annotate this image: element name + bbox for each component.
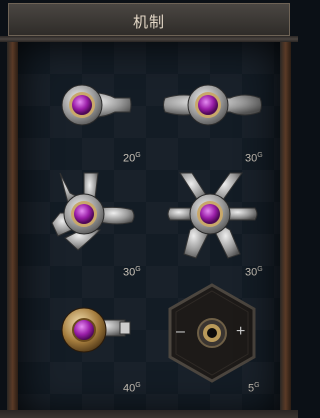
right-rail bbox=[280, 42, 291, 418]
item-2-price: 30G bbox=[245, 152, 263, 165]
item-4-price: 30G bbox=[245, 266, 263, 279]
connector-tri-item[interactable] bbox=[40, 168, 150, 278]
connector-elbow-icon bbox=[61, 84, 132, 126]
panel-title: 机制 bbox=[132, 15, 165, 31]
frame-bottom bbox=[0, 410, 298, 418]
brass-cap-icon bbox=[61, 307, 131, 353]
increase-button[interactable]: + bbox=[236, 323, 245, 341]
connector-cross-item[interactable] bbox=[160, 168, 270, 278]
hex-adjuster-item[interactable]: – + bbox=[166, 283, 258, 383]
mechanism-panel: 机制 20G 30G 30G 30G 40G – + 5G bbox=[0, 0, 298, 418]
connector-cross-icon bbox=[167, 172, 258, 259]
brass-cap-item[interactable] bbox=[40, 298, 140, 378]
connector-tri-icon bbox=[51, 172, 135, 251]
item-3-price: 30G bbox=[123, 266, 141, 279]
connector-elbow-item[interactable] bbox=[40, 60, 160, 170]
item-1-price: 20G bbox=[123, 152, 141, 165]
item-6-price: 5G bbox=[248, 382, 260, 395]
left-rail bbox=[7, 42, 18, 418]
item-5-price: 40G bbox=[123, 382, 141, 395]
decrease-button[interactable]: – bbox=[176, 323, 185, 341]
panel-header: 机制 bbox=[8, 3, 290, 36]
